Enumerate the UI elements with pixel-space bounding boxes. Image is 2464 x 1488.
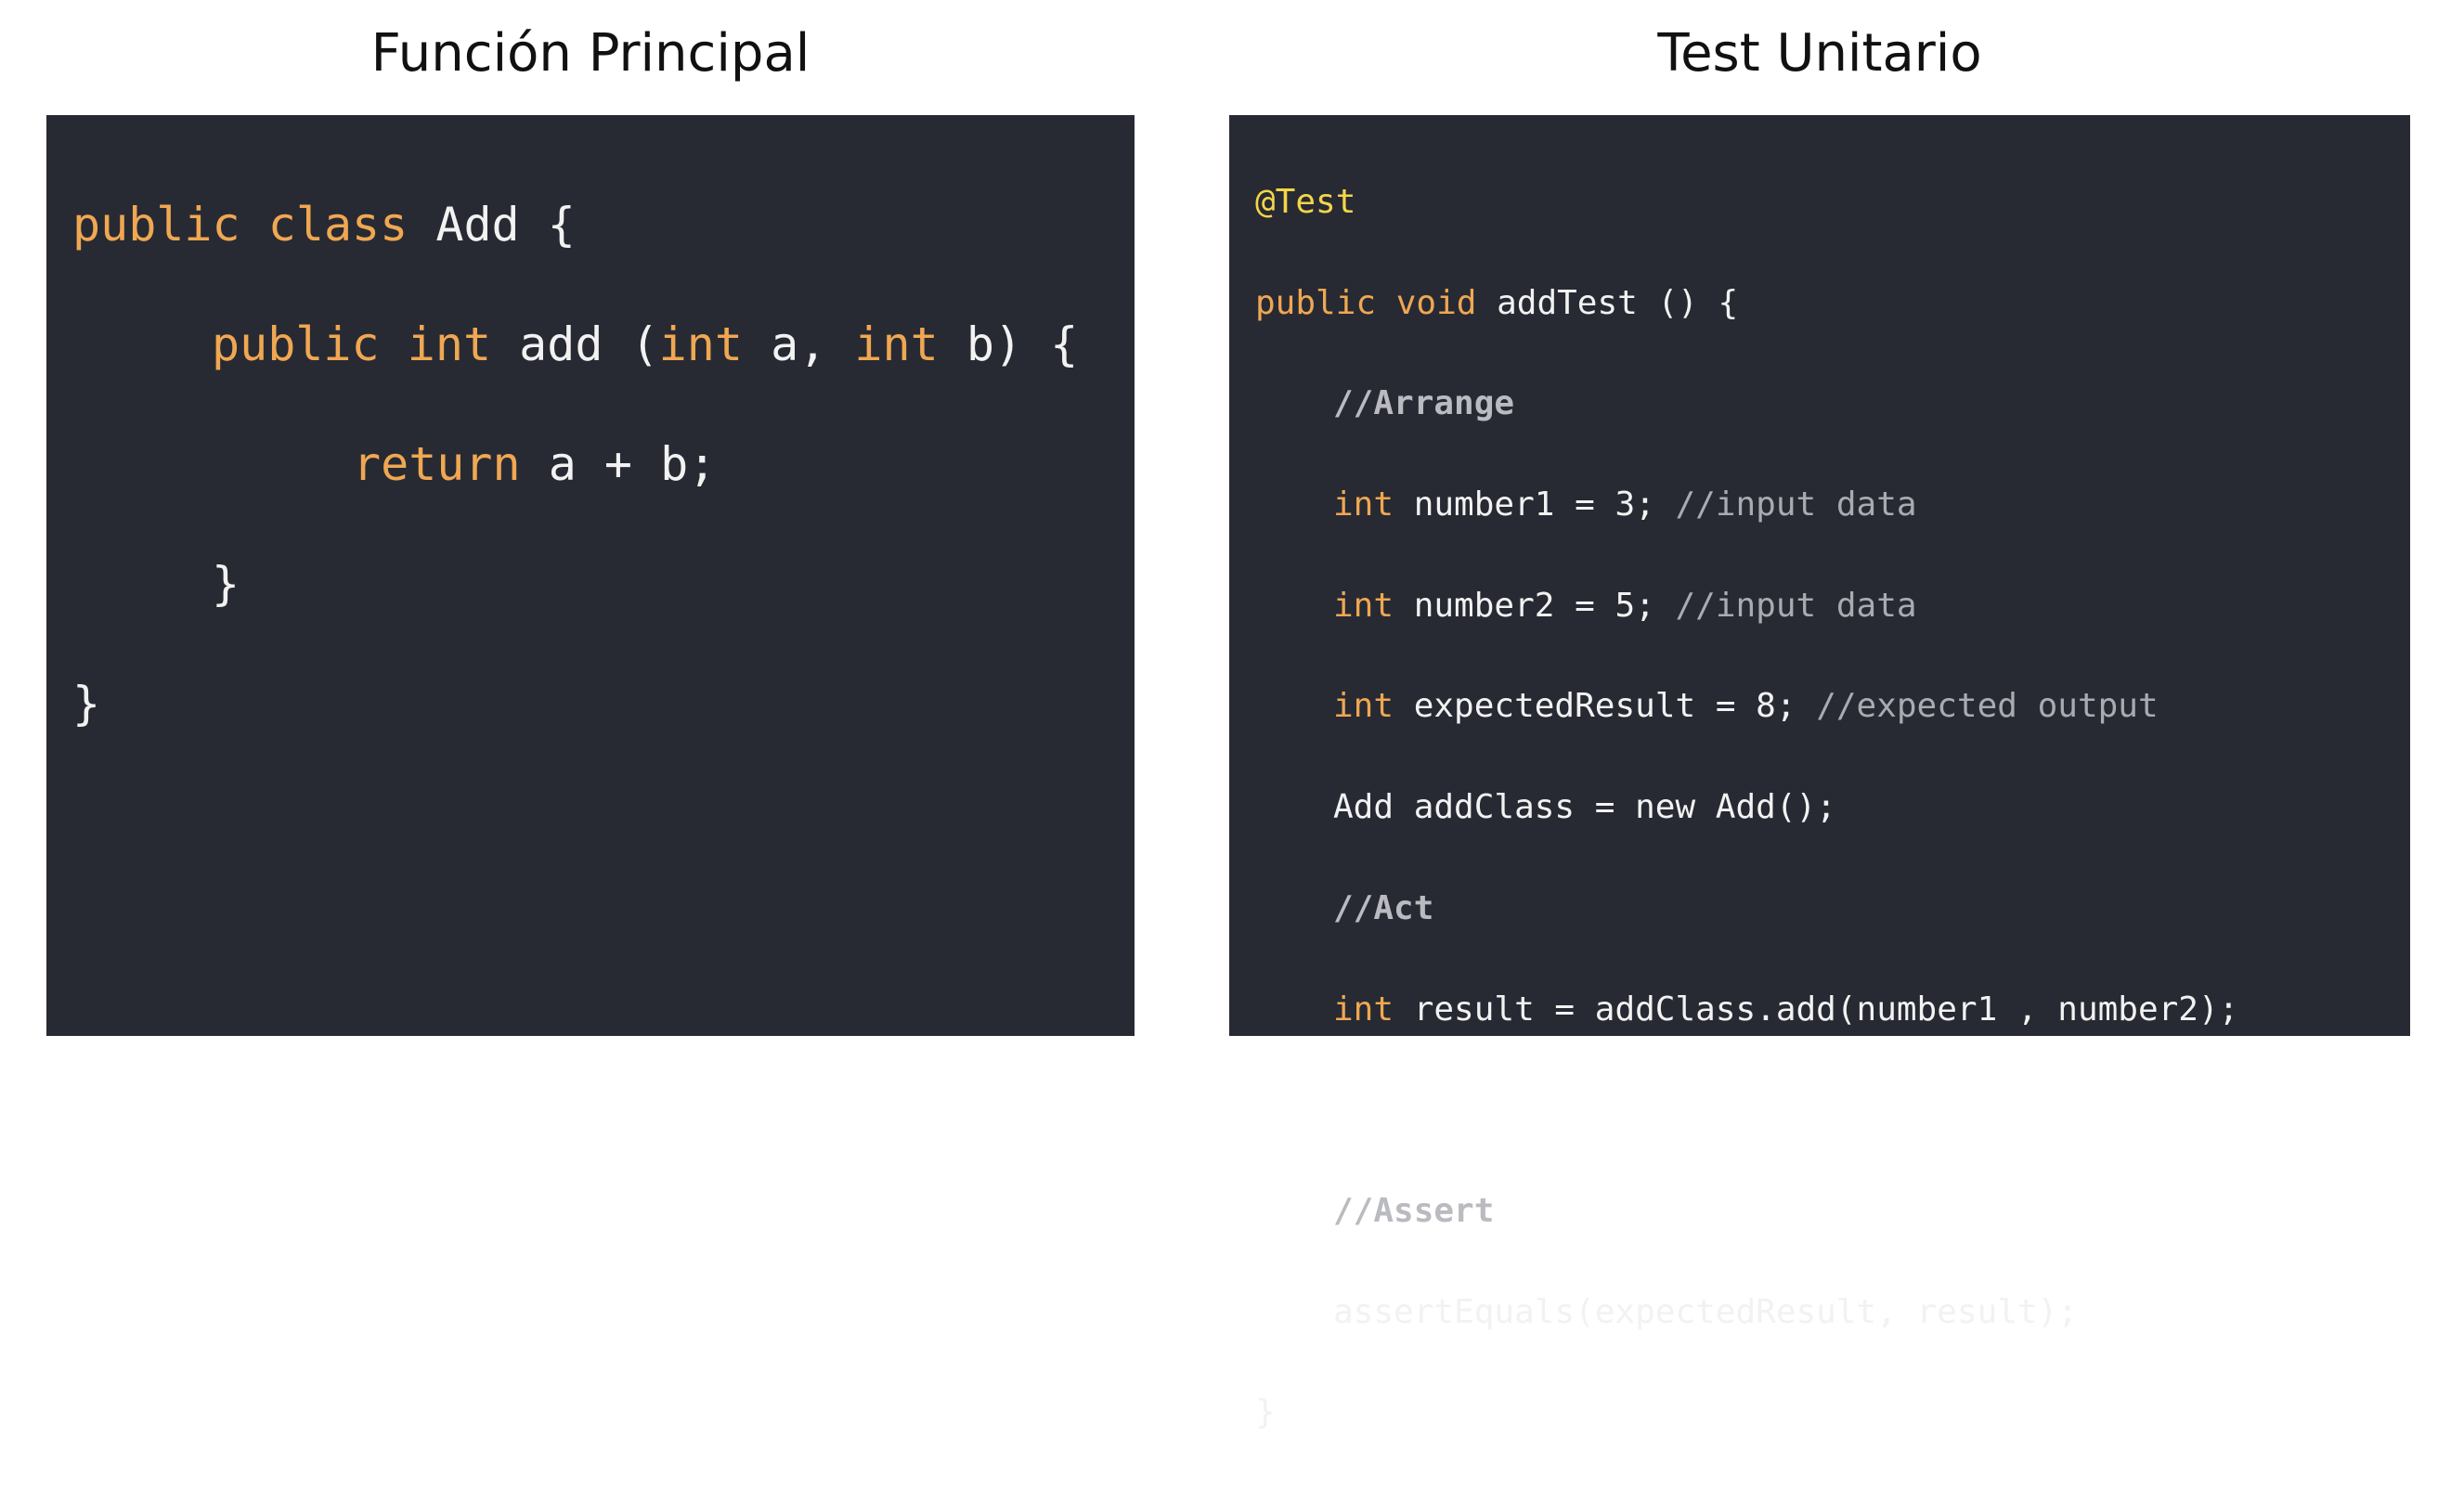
code-line: public class Add { xyxy=(72,188,1135,272)
code-text: add ( xyxy=(491,317,659,371)
code-text: Add addClass = new Add(); xyxy=(1333,788,1836,827)
keyword: int xyxy=(1333,485,1394,524)
code-line: int expectedResult = 8; //expected outpu… xyxy=(1255,680,2410,746)
keyword: return xyxy=(353,437,521,491)
code-line: public int add (int a, int b) { xyxy=(72,307,1135,392)
section-comment: //Act xyxy=(1333,888,1434,927)
code-text: a + b; xyxy=(520,437,717,491)
code-line: int number1 = 3; //input data xyxy=(1255,479,2410,545)
code-text: assertEquals(expectedResult, result); xyxy=(1333,1292,2078,1331)
unit-test-title: Test Unitario xyxy=(1657,23,1982,84)
main-function-title: Función Principal xyxy=(370,23,811,84)
code-line: //Assert xyxy=(1255,1185,2410,1251)
code-text: } xyxy=(1255,1393,1276,1432)
keyword: public xyxy=(1255,283,1377,322)
code-line: Add addClass = new Add(); xyxy=(1255,782,2410,848)
code-line: int number2 = 5; //input data xyxy=(1255,580,2410,646)
unit-test-code-panel: @Test public void addTest () { //Arrange… xyxy=(1229,115,2410,1431)
inline-comment: //input data xyxy=(1675,586,1917,625)
code-line: return a + b; xyxy=(72,427,1135,511)
code-text: b) { xyxy=(938,317,1079,371)
inline-comment: //input data xyxy=(1675,485,1917,524)
inline-comment: //expected output xyxy=(1816,687,2159,726)
keyword: int xyxy=(854,317,939,371)
code-line: } xyxy=(1255,1387,2410,1453)
code-line: } xyxy=(72,666,1135,751)
keyword: int xyxy=(1333,687,1394,726)
code-text: Add { xyxy=(408,198,576,252)
keyword: int xyxy=(658,317,743,371)
code-line: public void addTest () { xyxy=(1255,278,2410,343)
main-function-code-panel: public class Add { public int add (int a… xyxy=(46,115,1135,1036)
code-line: @Test xyxy=(1255,176,2410,242)
code-line: } xyxy=(72,547,1135,631)
section-comment: //Arrange xyxy=(1333,384,1515,423)
keyword: public xyxy=(212,317,380,371)
code-line: //Arrange xyxy=(1255,378,2410,444)
keyword: class xyxy=(267,198,409,252)
unit-test-code: @Test public void addTest () { //Arrange… xyxy=(1255,141,2410,1488)
code-text: } xyxy=(212,557,240,611)
code-line: assertEquals(expectedResult, result); xyxy=(1255,1287,2410,1352)
keyword: void xyxy=(1395,283,1477,322)
code-text: } xyxy=(72,677,101,731)
code-text: expectedResult = 8; xyxy=(1394,687,1817,726)
annotation: @Test xyxy=(1255,183,1356,221)
keyword: int xyxy=(1333,990,1394,1029)
section-comment: //Assert xyxy=(1333,1191,1495,1230)
blank-code-line xyxy=(1255,1084,2410,1150)
keyword: int xyxy=(1333,586,1394,625)
code-text: addTest () { xyxy=(1476,283,1739,322)
code-text: a, xyxy=(742,317,855,371)
code-line: //Act xyxy=(1255,883,2410,949)
code-text: number2 = 5; xyxy=(1394,586,1676,625)
main-function-code: public class Add { public int add (int a… xyxy=(72,152,1135,786)
code-text: number1 = 3; xyxy=(1394,485,1676,524)
keyword: public xyxy=(72,198,240,252)
keyword: int xyxy=(407,317,492,371)
code-line: int result = addClass.add(number1 , numb… xyxy=(1255,984,2410,1050)
code-text: result = addClass.add(number1 , number2)… xyxy=(1394,990,2239,1029)
